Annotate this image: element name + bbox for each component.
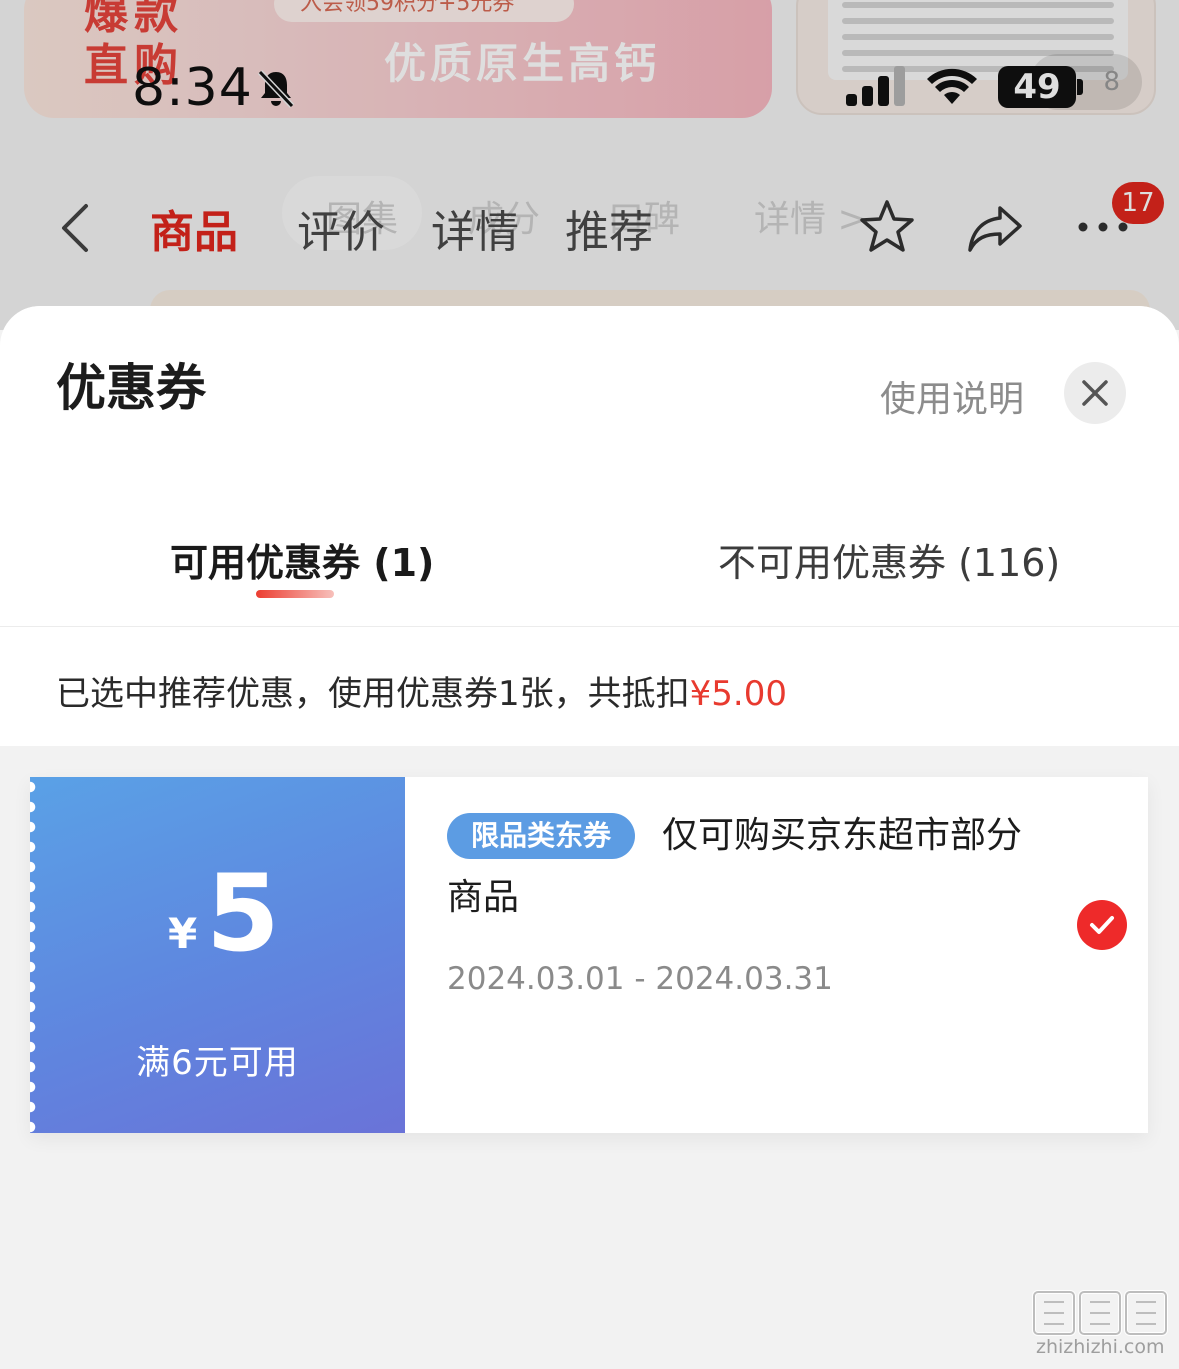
coupon-description-line2: 商品 (447, 877, 520, 918)
sheet-title: 优惠券 (56, 359, 206, 417)
close-icon (1082, 380, 1108, 406)
coupon-description-line1: 仅可购买京东超市部分 (662, 815, 1023, 856)
coupon-validity-dates: 2024.03.01 - 2024.03.31 (447, 961, 833, 997)
modal-dim-overlay[interactable] (0, 0, 1179, 330)
summary-text: 已选中推荐优惠，使用优惠券1张，共抵扣 (56, 674, 690, 714)
coupon-card[interactable]: ¥ 5 满6元可用 限品类东券 仅可购买京东超市部分 商品 2024.03.01… (30, 777, 1148, 1133)
active-tab-indicator (256, 590, 334, 598)
close-button[interactable] (1064, 362, 1126, 424)
coupon-amount: 5 (206, 852, 280, 975)
tab-available-coupons[interactable]: 可用优惠券 (1) (170, 532, 434, 587)
coupon-currency: ¥ (168, 909, 198, 958)
coupon-select-checkbox[interactable] (1077, 900, 1127, 950)
coupon-condition: 满6元可用 (136, 1043, 299, 1083)
tab-divider (0, 626, 1179, 627)
coupon-sheet: 优惠券 使用说明 可用优惠券 (1) 不可用优惠券 (116) 已选中推荐优惠，… (0, 306, 1179, 1369)
checkmark-icon (1090, 916, 1114, 934)
usage-instructions-link[interactable]: 使用说明 (880, 370, 1024, 422)
selection-summary: 已选中推荐优惠，使用优惠券1张，共抵扣¥5.00 (56, 666, 787, 715)
tab-unavailable-coupons[interactable]: 不可用优惠券 (116) (718, 532, 1060, 587)
watermark-domain: zhizhizhi.com (1036, 1336, 1165, 1358)
coupon-category-tag: 限品类东券 (447, 813, 636, 859)
watermark-logo (1032, 1290, 1168, 1336)
summary-amount: ¥5.00 (689, 674, 787, 714)
sheet-header-area: 优惠券 使用说明 可用优惠券 (1) 不可用优惠券 (116) 已选中推荐优惠，… (0, 306, 1179, 746)
coupon-value-panel: ¥ 5 满6元可用 (30, 777, 405, 1133)
